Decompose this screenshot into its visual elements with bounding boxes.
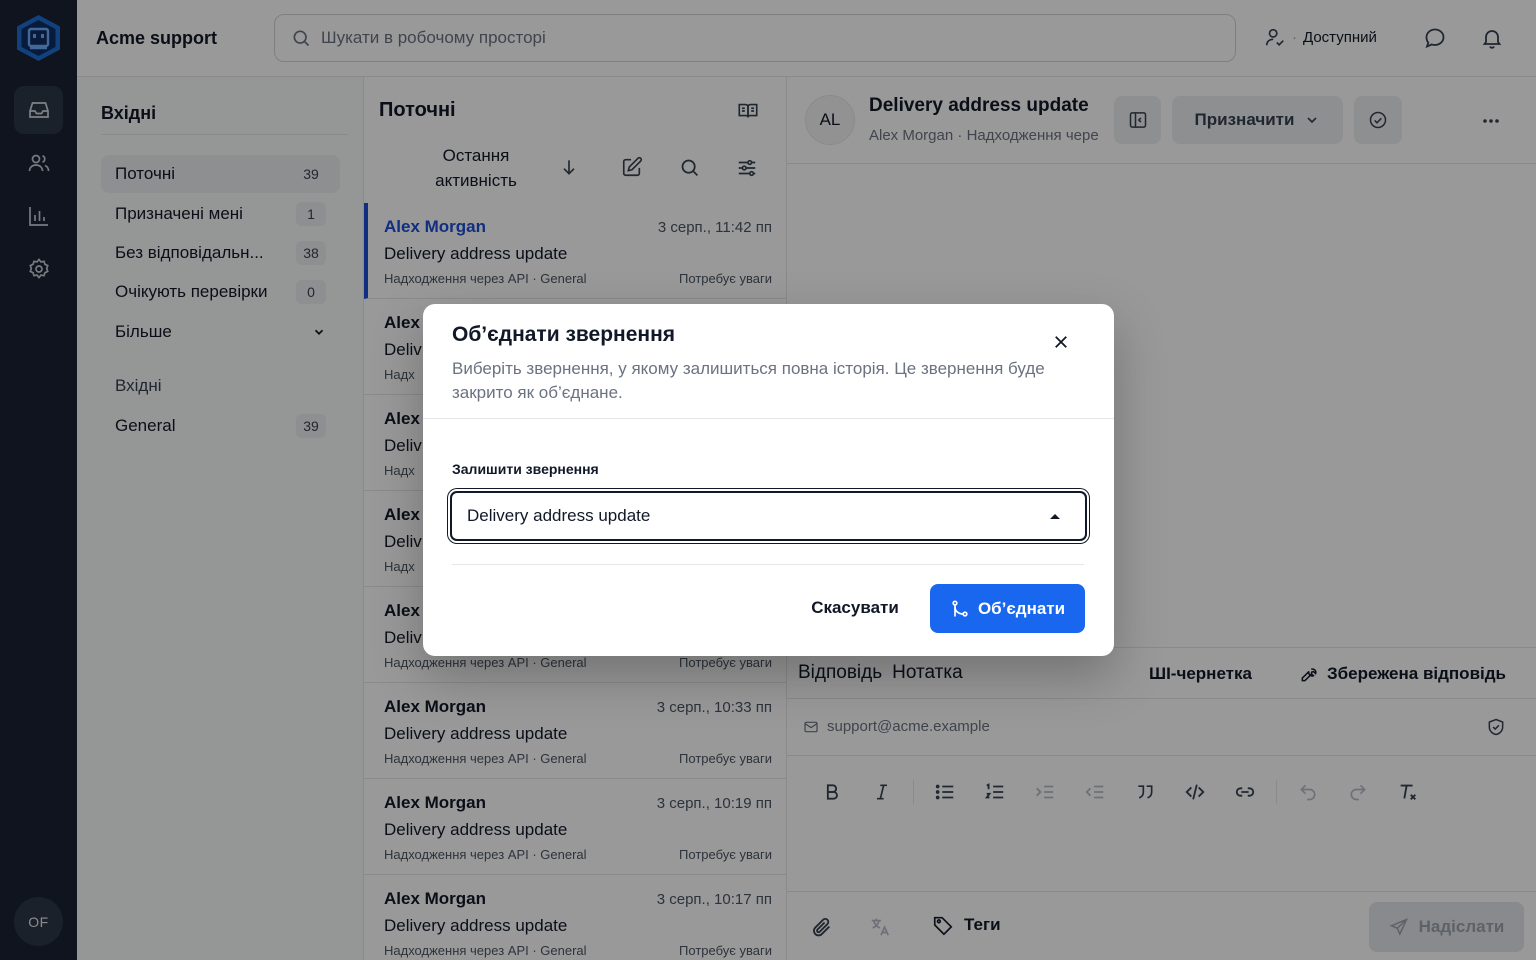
dialog-description: Виберіть звернення, у якому залишиться п… bbox=[452, 359, 1045, 402]
divider bbox=[452, 564, 1084, 565]
merge-button[interactable]: Об’єднати bbox=[930, 584, 1085, 633]
keep-conversation-select[interactable]: Delivery address update bbox=[450, 491, 1087, 541]
dialog-title: Об’єднати звернення bbox=[452, 323, 676, 346]
select-value: Delivery address update bbox=[467, 506, 651, 525]
merge-label: Об’єднати bbox=[977, 598, 1066, 618]
close-icon[interactable] bbox=[1045, 326, 1077, 358]
cancel-button[interactable]: Скасувати bbox=[801, 584, 909, 632]
merge-icon bbox=[952, 599, 968, 617]
divider bbox=[423, 418, 1114, 419]
merge-conversation-dialog: Об’єднати звернення Виберіть звернення, … bbox=[423, 304, 1114, 656]
keep-conversation-label: Залишити звернення bbox=[452, 461, 599, 477]
caret-up-icon bbox=[1050, 514, 1060, 519]
